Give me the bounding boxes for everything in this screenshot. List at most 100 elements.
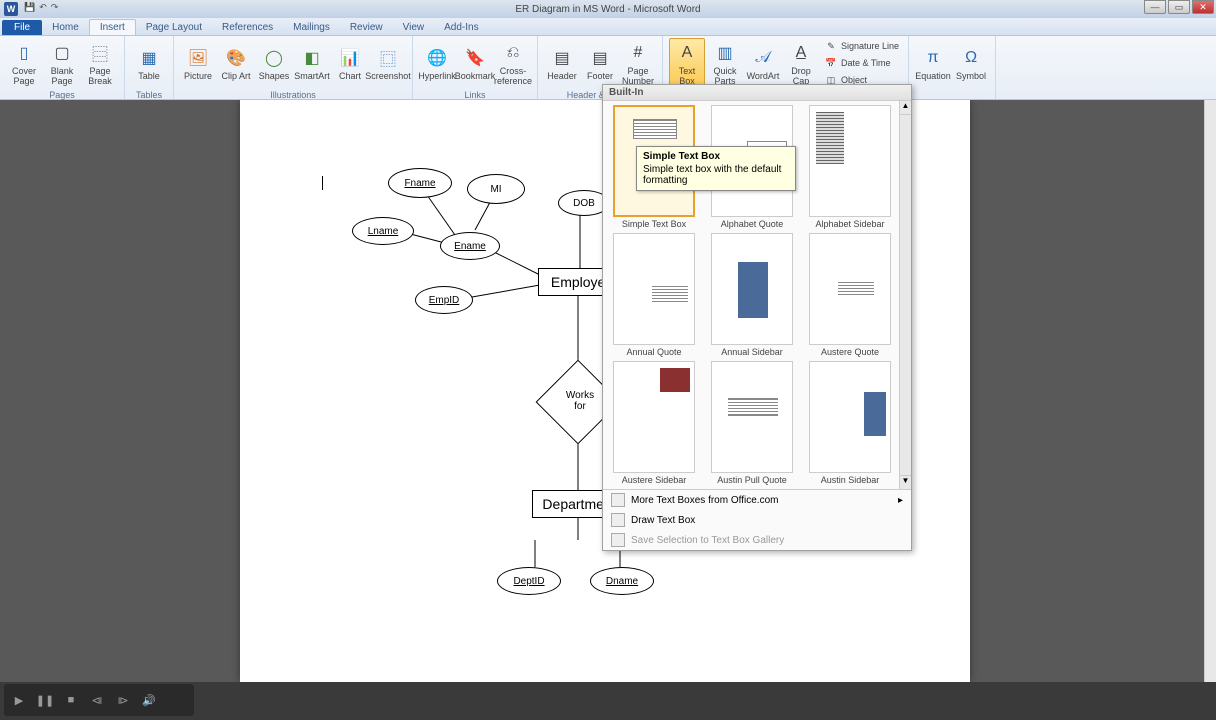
gallery-alphabet-sidebar[interactable]: Alphabet Sidebar [803,105,897,229]
tab-addins[interactable]: Add-Ins [434,20,488,35]
screenshot-icon: ⿴ [377,47,399,69]
vertical-scrollbar[interactable] [1204,100,1216,682]
header-button[interactable]: ▤Header [544,38,580,90]
smartart-button[interactable]: ◧SmartArt [294,38,330,90]
office-icon [611,493,625,507]
equation-icon: π [922,47,944,69]
redo-icon[interactable]: ↷ [51,2,59,13]
table-icon: ▦ [138,47,160,69]
attr-fname[interactable]: Fname [388,168,452,198]
save-icon[interactable]: 💾 [24,2,35,13]
pagenum-icon: # [627,42,649,64]
crossref-button[interactable]: ⎌Cross-reference [495,38,531,90]
dropdown-header: Built-In [603,85,911,101]
save-selection-menuitem: Save Selection to Text Box Gallery [603,530,911,550]
crossref-icon: ⎌ [502,42,524,64]
footer-icon: ▤ [589,47,611,69]
window-title: ER Diagram in MS Word - Microsoft Word [515,4,700,15]
quick-access-toolbar[interactable]: 💾 ↶ ↷ [24,2,58,13]
page-break-icon: ⿳ [89,42,111,64]
save-gallery-icon [611,533,625,547]
attr-mi[interactable]: MI [467,174,525,204]
attr-lname[interactable]: Lname [352,217,414,245]
tab-insert[interactable]: Insert [89,19,136,35]
quickparts-button[interactable]: ▥Quick Parts [707,38,743,90]
gallery-austere-sidebar[interactable]: Austere Sidebar [607,361,701,485]
tooltip-title: Simple Text Box [643,151,789,162]
stop-button[interactable]: ■ [62,691,80,709]
titlebar: W 💾 ↶ ↷ ER Diagram in MS Word - Microsof… [0,0,1216,18]
prev-button[interactable]: ⧏ [88,691,106,709]
tab-file[interactable]: File [2,20,42,35]
tab-view[interactable]: View [393,20,435,35]
shapes-icon: ◯ [263,47,285,69]
symbol-button[interactable]: ΩSymbol [953,38,989,90]
more-textboxes-menuitem[interactable]: More Text Boxes from Office.com ▸ [603,490,911,510]
cover-page-button[interactable]: ▯Cover Page [6,38,42,90]
header-icon: ▤ [551,47,573,69]
pause-button[interactable]: ❚❚ [36,691,54,709]
draw-icon [611,513,625,527]
symbol-icon: Ω [960,47,982,69]
table-button[interactable]: ▦Table [131,38,167,90]
smartart-icon: ◧ [301,47,323,69]
attr-dname[interactable]: Dname [590,567,654,595]
ribbon-tabs: File Home Insert Page Layout References … [0,18,1216,36]
tooltip: Simple Text Box Simple text box with the… [636,146,796,191]
dropcap-button[interactable]: A̲Drop Cap [783,38,819,90]
text-cursor [322,176,323,190]
scroll-up-icon[interactable]: ▲ [900,101,911,115]
hyperlink-button[interactable]: 🌐Hyperlink [419,38,455,90]
word-app-icon: W [4,2,18,16]
video-controls: ▶ ❚❚ ■ ⧏ ⧐ 🔊 [4,684,194,716]
quickparts-icon: ▥ [714,42,736,64]
undo-icon[interactable]: ↶ [39,2,47,13]
close-button[interactable]: ✕ [1192,0,1214,14]
clipart-button[interactable]: 🎨Clip Art [218,38,254,90]
datetime-button[interactable]: 📅Date & Time [821,55,902,71]
screenshot-button[interactable]: ⿴Screenshot [370,38,406,90]
chevron-right-icon: ▸ [898,495,903,506]
tab-references[interactable]: References [212,20,283,35]
hyperlink-icon: 🌐 [426,47,448,69]
pagenum-button[interactable]: #Page Number [620,38,656,90]
gallery-scrollbar[interactable]: ▲ ▼ [899,101,911,489]
picture-button[interactable]: 🖼Picture [180,38,216,90]
gallery-annual-sidebar[interactable]: Annual Sidebar [705,233,799,357]
gallery-austere-quote[interactable]: Austere Quote [803,233,897,357]
clipart-icon: 🎨 [225,47,247,69]
textbox-icon: A [676,42,698,64]
minimize-button[interactable]: — [1144,0,1166,14]
tab-mailings[interactable]: Mailings [283,20,340,35]
blank-page-button[interactable]: ▢Blank Page [44,38,80,90]
textbox-button[interactable]: AText Box [669,38,705,90]
maximize-button[interactable]: ▭ [1168,0,1190,14]
shapes-button[interactable]: ◯Shapes [256,38,292,90]
page-break-button[interactable]: ⿳Page Break [82,38,118,90]
signature-icon: ✎ [824,39,838,53]
tab-review[interactable]: Review [340,20,393,35]
equation-button[interactable]: πEquation [915,38,951,90]
draw-textbox-menuitem[interactable]: Draw Text Box [603,510,911,530]
gallery-austin-pullquote[interactable]: Austin Pull Quote [705,361,799,485]
attr-ename[interactable]: Ename [440,232,500,260]
tab-page-layout[interactable]: Page Layout [136,20,212,35]
gallery-annual-quote[interactable]: Annual Quote [607,233,701,357]
attr-empid[interactable]: EmpID [415,286,473,314]
wordart-button[interactable]: 𝒜WordArt [745,38,781,90]
footer-button[interactable]: ▤Footer [582,38,618,90]
chart-icon: 📊 [339,47,361,69]
next-button[interactable]: ⧐ [114,691,132,709]
volume-button[interactable]: 🔊 [140,691,158,709]
tab-home[interactable]: Home [42,20,89,35]
scroll-down-icon[interactable]: ▼ [900,475,911,489]
chart-button[interactable]: 📊Chart [332,38,368,90]
bookmark-button[interactable]: 🔖Bookmark [457,38,493,90]
signature-line-button[interactable]: ✎Signature Line [821,38,902,54]
gallery-austin-sidebar[interactable]: Austin Sidebar [803,361,897,485]
attr-deptid[interactable]: DeptID [497,567,561,595]
dropcap-icon: A̲ [790,42,812,64]
play-button[interactable]: ▶ [10,691,28,709]
bookmark-icon: 🔖 [464,47,486,69]
picture-icon: 🖼 [187,47,209,69]
